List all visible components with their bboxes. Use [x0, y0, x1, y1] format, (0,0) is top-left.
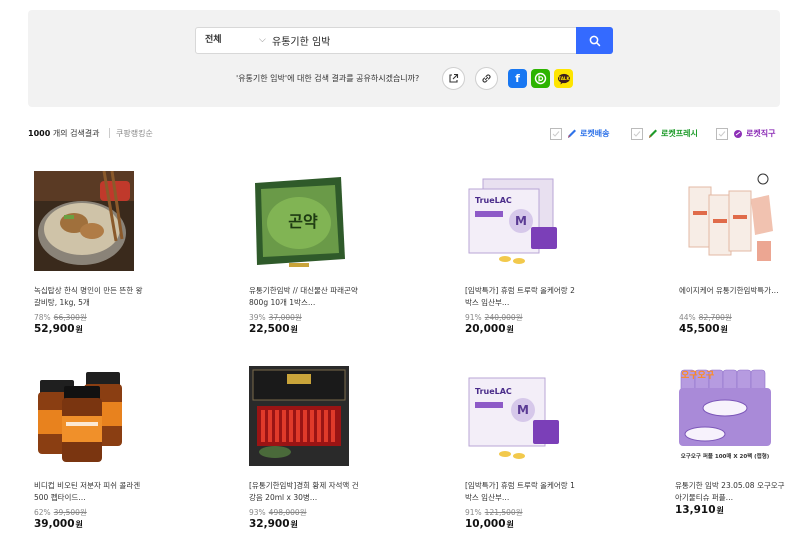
facebook-share-button[interactable]: f: [508, 69, 527, 88]
product-name[interactable]: 유통기한 임박 23.05.08 오구오구 아기물티슈 퍼플…: [675, 480, 785, 504]
share-row: '유통기한 임박'에 대한 검색 결과를 공유하시겠습니까? f TALK: [28, 67, 780, 91]
product-image-supplement-bottles[interactable]: [34, 366, 134, 466]
checkbox[interactable]: [716, 127, 728, 140]
original-price: 37,000원: [268, 313, 302, 322]
price-row: 78% 66,300원: [34, 312, 87, 323]
result-count: 1000 개의 검색결과: [28, 128, 100, 139]
kakaotalk-icon: TALK: [557, 73, 570, 84]
original-price: 498,000원: [268, 508, 307, 517]
share-prompt: '유통기한 임박'에 대한 검색 결과를 공유하시겠습니까?: [236, 74, 420, 83]
svg-text:곤약: 곤약: [288, 212, 318, 231]
sale-price: 20,000원: [465, 323, 514, 335]
svg-text:TrueLAC: TrueLAC: [475, 196, 512, 205]
filter-rocket-global[interactable]: 로켓직구: [716, 126, 775, 141]
original-price: 66,300원: [53, 313, 87, 322]
result-bar: 1000 개의 검색결과 쿠팡랭킹순 로켓배송 로켓프레시 로켓직구: [28, 126, 780, 142]
svg-text:M: M: [515, 214, 527, 228]
link-icon: [482, 74, 491, 83]
image-caption-text: 오구오구 퍼플 100매 X 20팩 (캡형): [680, 454, 770, 460]
sale-price: 13,910원: [675, 504, 724, 516]
filter-label: 로켓배송: [580, 129, 610, 138]
price-row: 91% 240,000원: [465, 312, 523, 323]
product-image-konjac-bag[interactable]: 곤약: [249, 171, 349, 271]
product-image-wet-tissue[interactable]: 오구오구 오구오구 퍼플 100매 X 20팩 (캡형): [675, 366, 775, 466]
svg-text:TrueLAC: TrueLAC: [475, 387, 512, 396]
result-count-suffix: 개의 검색결과: [52, 129, 100, 138]
check-icon: [633, 130, 641, 137]
discount-rate: 93%: [249, 508, 266, 517]
price-row: 44% 82,700원: [679, 312, 732, 323]
original-price: 39,500원: [53, 508, 87, 517]
product-name[interactable]: 녹십탑상 한식 명인이 만든 뜬한 왕 갈비탕, 1kg, 5개: [34, 285, 144, 309]
search-bar: 전체 ⌵: [195, 27, 613, 54]
price-row: 91% 121,500원: [465, 507, 523, 518]
divider: [109, 128, 110, 138]
svg-text:TALK: TALK: [558, 76, 570, 81]
rocket-icon: [568, 129, 576, 138]
search-button[interactable]: [576, 27, 613, 54]
search-input[interactable]: [272, 30, 572, 51]
filter-rocket-delivery[interactable]: 로켓배송: [550, 126, 609, 141]
discount-rate: 91%: [465, 313, 482, 322]
original-price: 240,000원: [484, 313, 523, 322]
discount-rate: 62%: [34, 508, 51, 517]
globe-rocket-icon: [734, 129, 742, 138]
check-icon: [718, 130, 726, 137]
category-label: 전체: [205, 35, 222, 45]
search-panel: 전체 ⌵ '유통기한 임박'에 대한 검색 결과를 공유하시겠습니까? f: [28, 10, 780, 107]
filter-rocket-fresh[interactable]: 로켓프레시: [631, 126, 698, 141]
product-name[interactable]: 에이지케어 유통기한임박특가…: [679, 285, 789, 309]
original-price: 121,500원: [484, 508, 523, 517]
category-select[interactable]: 전체 ⌵: [205, 28, 271, 53]
share-icon: [449, 73, 459, 83]
product-name[interactable]: 비디컵 비오틴 저분자 피쉬 콜라겐 500 펩타이드…: [34, 480, 144, 504]
price-row: 39% 37,000원: [249, 312, 302, 323]
sale-price: 32,900원: [249, 518, 298, 530]
sale-price: 52,900원: [34, 323, 83, 335]
kakaotalk-share-button[interactable]: TALK: [554, 69, 573, 88]
result-count-number: 1000: [28, 129, 51, 138]
product-image-soup-bowl[interactable]: [34, 171, 134, 271]
ranking-sort[interactable]: 쿠팡랭킹순: [116, 128, 153, 139]
band-icon: [534, 72, 547, 85]
discount-rate: 91%: [465, 508, 482, 517]
share-button[interactable]: [442, 67, 465, 90]
discount-rate: 39%: [249, 313, 266, 322]
search-icon: [589, 35, 600, 46]
rocket-icon: [649, 129, 657, 138]
filter-label: 로켓프레시: [661, 129, 698, 138]
sale-price: 39,000원: [34, 518, 83, 530]
product-image-diet-pouch[interactable]: [679, 171, 779, 271]
copy-link-button[interactable]: [475, 67, 498, 90]
discount-rate: 78%: [34, 313, 51, 322]
chevron-down-icon: ⌵: [259, 35, 266, 45]
product-name[interactable]: 유통기한임박 // 대신물산 파래곤약 800g 10개 1박스…: [249, 285, 359, 309]
sale-price: 10,000원: [465, 518, 514, 530]
svg-text:M: M: [517, 403, 529, 417]
price-row: 93% 498,000원: [249, 507, 307, 518]
discount-rate: 44%: [679, 313, 696, 322]
band-share-button[interactable]: [531, 69, 550, 88]
product-image-red-gift-box[interactable]: [249, 366, 349, 466]
facebook-icon: f: [515, 72, 520, 85]
product-image-truelac-box-1[interactable]: TrueLAC M: [465, 366, 565, 466]
original-price: 82,700원: [698, 313, 732, 322]
brand-logo-text: 오구오구: [681, 371, 715, 381]
sale-price: 45,500원: [679, 323, 728, 335]
price-row: 62% 39,500원: [34, 507, 87, 518]
filter-label: 로켓직구: [746, 129, 776, 138]
check-icon: [552, 130, 560, 137]
checkbox[interactable]: [550, 127, 562, 140]
product-image-truelac-box-2[interactable]: TrueLAC M: [465, 171, 565, 271]
product-name[interactable]: [임박특가] 휴럼 트루락 올케어랑 2박스 임산부…: [465, 285, 575, 309]
checkbox[interactable]: [631, 127, 643, 140]
product-name[interactable]: [임박특가] 휴럼 트루락 올케어랑 1박스 임산부…: [465, 480, 575, 504]
product-name[interactable]: [유통기한임박]경희 황제 자석액 건강음 20ml x 30병…: [249, 480, 359, 504]
sale-price: 22,500원: [249, 323, 298, 335]
